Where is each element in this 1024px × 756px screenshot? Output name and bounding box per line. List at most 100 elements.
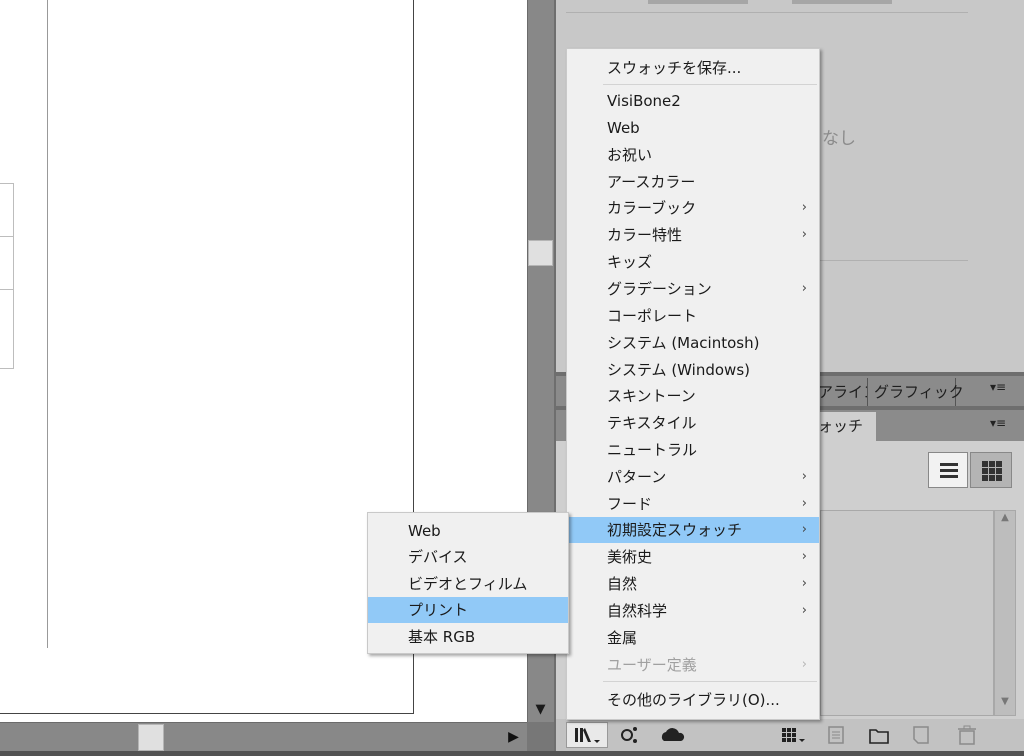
submenu-item[interactable]: デバイス	[368, 544, 568, 570]
vertical-scroll-thumb[interactable]	[528, 240, 553, 266]
menu-item[interactable]: システム (Windows)	[567, 357, 819, 383]
submenu-arrow-icon: ›	[801, 469, 807, 484]
menu-item-label: キッズ	[607, 253, 653, 271]
menu-item-label: デバイス	[408, 548, 468, 566]
submenu-arrow-icon: ›	[801, 496, 807, 511]
menu-item[interactable]: アースカラー	[567, 169, 819, 195]
menu-item[interactable]: ニュートラル	[567, 437, 819, 463]
menu-item-label: スウォッチを保存...	[607, 59, 742, 77]
menu-item-label: ユーザー定義	[607, 656, 697, 674]
menu-item[interactable]: パターン ›	[567, 464, 819, 490]
scroll-corner	[527, 722, 554, 751]
tab-swatches[interactable]: ォッチ	[812, 412, 876, 441]
scroll-down-arrow-icon[interactable]: ▼	[528, 698, 553, 722]
share-icon[interactable]	[614, 722, 644, 748]
menu-item-save-swatches[interactable]: スウォッチを保存...	[567, 55, 819, 81]
menu-item-label: プリント	[408, 601, 469, 619]
menu-item-user-defined: ユーザー定義 ›	[567, 652, 819, 678]
menu-item-label: Web	[607, 119, 640, 137]
tab-align[interactable]: アライン	[812, 378, 868, 406]
swatch-library-menu: スウォッチを保存... VisiBone2 Web お祝い アースカラー カラー…	[566, 48, 820, 720]
menu-item-label: 自然科学	[607, 602, 668, 620]
default-swatches-submenu: Web デバイス ビデオとフィルム プリント 基本 RGB	[367, 512, 569, 654]
grid-view-button[interactable]	[970, 452, 1012, 488]
menu-item[interactable]: フード ›	[567, 491, 819, 517]
menu-item-label: システム (Windows)	[607, 361, 750, 379]
menu-item[interactable]: 美術史 ›	[567, 544, 819, 570]
menu-item-label: カラー特性	[607, 226, 683, 244]
swatch-options-icon	[822, 722, 850, 748]
panel-menu-icon[interactable]: ▾≡	[990, 416, 1006, 430]
menu-item[interactable]: システム (Macintosh)	[567, 330, 819, 356]
menu-separator	[603, 84, 817, 85]
menu-item-label: テキスタイル	[607, 414, 697, 432]
menu-item[interactable]: Web	[567, 115, 819, 141]
submenu-arrow-icon: ›	[801, 576, 807, 591]
submenu-arrow-icon: ›	[801, 603, 807, 618]
cloud-icon[interactable]	[656, 722, 690, 748]
menu-item-label: システム (Macintosh)	[607, 334, 760, 352]
swatch-list[interactable]	[820, 510, 994, 716]
menu-item-label: カラーブック	[607, 199, 697, 217]
menu-item-label: コーポレート	[607, 307, 698, 325]
menu-item-label: パターン	[607, 468, 667, 486]
menu-item-label: 自然	[607, 575, 638, 593]
trash-icon	[950, 722, 984, 748]
menu-item-label: グラデーション	[607, 280, 712, 298]
submenu-arrow-icon: ›	[801, 200, 807, 215]
menu-item-label: お祝い	[607, 146, 653, 164]
menu-item-label: フード	[607, 495, 653, 513]
empty-label: なし	[822, 129, 856, 149]
menu-item-label: ニュートラル	[607, 441, 698, 459]
upper-panel-control[interactable]	[648, 0, 748, 4]
menu-item-label: 初期設定スウォッチ	[607, 521, 743, 539]
submenu-item[interactable]: Web	[368, 518, 568, 544]
menu-item[interactable]: カラー特性 ›	[567, 222, 819, 248]
upper-panel-control[interactable]	[792, 0, 892, 4]
menu-item-label: ビデオとフィルム	[408, 575, 528, 593]
menu-item[interactable]: カラーブック ›	[567, 195, 819, 221]
submenu-item-print[interactable]: プリント	[368, 597, 568, 623]
menu-item[interactable]: テキスタイル	[567, 410, 819, 436]
scroll-up-arrow-icon[interactable]: ▲	[995, 512, 1015, 528]
menu-item-label: Web	[408, 522, 441, 540]
submenu-arrow-icon: ›	[801, 522, 807, 537]
divider	[566, 12, 968, 13]
menu-item[interactable]: スキントーン	[567, 383, 819, 409]
menu-item[interactable]: コーポレート	[567, 303, 819, 329]
list-view-button[interactable]	[928, 452, 968, 488]
menu-item[interactable]: キッズ	[567, 249, 819, 275]
submenu-arrow-icon: ›	[801, 281, 807, 296]
submenu-item[interactable]: 基本 RGB	[368, 624, 568, 650]
submenu-arrow-icon: ›	[801, 549, 807, 564]
swatch-kind-menu-button[interactable]	[776, 722, 810, 748]
submenu-arrow-icon: ›	[801, 227, 807, 242]
menu-item-default-swatches[interactable]: 初期設定スウォッチ ›	[567, 517, 819, 543]
menu-item-label: その他のライブラリ(O)...	[607, 691, 780, 709]
swatch-library-menu-button[interactable]	[566, 722, 608, 748]
menu-item[interactable]: 自然 ›	[567, 571, 819, 597]
swatch-list-scrollbar[interactable]	[994, 510, 1016, 716]
menu-item[interactable]: 金属	[567, 625, 819, 651]
swatch-kind-icon	[782, 728, 805, 742]
tab-graphic-styles[interactable]: グラフィック	[868, 378, 964, 406]
panel-menu-icon[interactable]: ▾≡	[990, 380, 1006, 394]
submenu-item[interactable]: ビデオとフィルム	[368, 571, 568, 597]
menu-item-label: スキントーン	[607, 387, 696, 405]
grid-view-icon	[982, 461, 1002, 481]
menu-item-label: 美術史	[607, 548, 653, 566]
horizontal-scrollbar[interactable]	[0, 722, 527, 751]
list-view-icon	[940, 463, 958, 478]
scroll-right-arrow-icon[interactable]: ▶	[500, 724, 527, 751]
menu-item[interactable]: 自然科学 ›	[567, 598, 819, 624]
artwork-page-edge	[0, 0, 48, 648]
scroll-down-arrow-icon[interactable]: ▼	[995, 696, 1015, 712]
menu-item[interactable]: グラデーション ›	[567, 276, 819, 302]
new-swatch-icon	[906, 722, 936, 748]
menu-item-label: アースカラー	[607, 173, 696, 191]
new-group-icon[interactable]	[864, 722, 894, 748]
horizontal-scroll-thumb[interactable]	[138, 724, 164, 751]
menu-item-other-library[interactable]: その他のライブラリ(O)...	[567, 687, 819, 713]
menu-item[interactable]: VisiBone2	[567, 88, 819, 114]
menu-item[interactable]: お祝い	[567, 142, 819, 168]
